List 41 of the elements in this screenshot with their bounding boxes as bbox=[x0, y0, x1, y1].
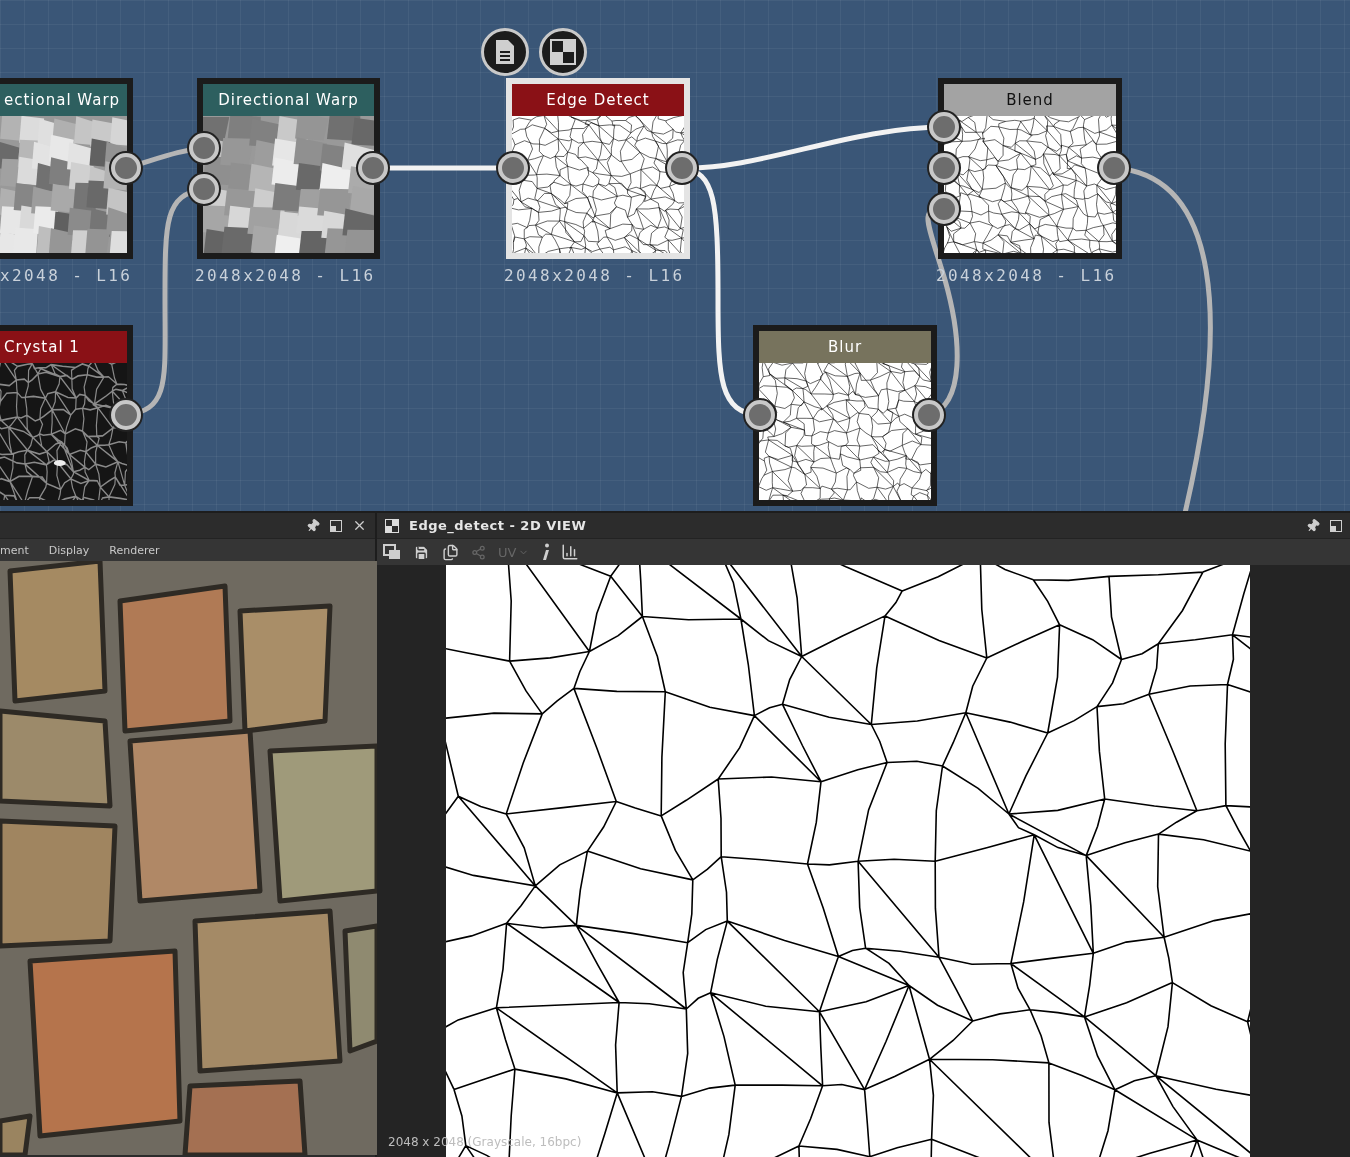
close-button[interactable] bbox=[352, 518, 367, 533]
document-icon[interactable] bbox=[481, 28, 529, 76]
node-port[interactable] bbox=[929, 194, 959, 224]
node-port[interactable] bbox=[745, 400, 775, 430]
node-title: ectional Warp bbox=[0, 84, 127, 116]
checker-icon bbox=[385, 518, 399, 533]
node-title: Edge Detect bbox=[512, 84, 684, 116]
node-title: Crystal 1 bbox=[0, 331, 127, 363]
node-resolution: 2048x2048 - L16 bbox=[504, 266, 685, 285]
histogram-button[interactable] bbox=[561, 543, 580, 561]
node-title: Blend bbox=[944, 84, 1116, 116]
node-port[interactable] bbox=[189, 133, 219, 163]
new-view-button[interactable] bbox=[383, 544, 401, 560]
pin-button[interactable] bbox=[1306, 518, 1320, 533]
pin-button[interactable] bbox=[306, 518, 320, 533]
menu-tab[interactable]: Display bbox=[38, 543, 100, 557]
node-port[interactable] bbox=[111, 153, 141, 183]
node-port[interactable] bbox=[929, 153, 959, 183]
node-port[interactable] bbox=[929, 112, 959, 142]
node-port[interactable] bbox=[1099, 153, 1129, 183]
node-port[interactable] bbox=[111, 400, 141, 430]
node-port[interactable] bbox=[498, 153, 528, 183]
float-button[interactable] bbox=[330, 519, 342, 532]
node-port[interactable] bbox=[358, 153, 388, 183]
save-button[interactable] bbox=[413, 543, 430, 561]
checker-icon[interactable] bbox=[539, 28, 587, 76]
node-resolution: 2048x2048 - L16 bbox=[195, 266, 376, 285]
menu-tab[interactable]: Renderer bbox=[99, 543, 170, 557]
graph-node[interactable]: Blur bbox=[753, 325, 937, 506]
node-port[interactable] bbox=[914, 400, 944, 430]
panel-title: Edge_detect - 2D VIEW bbox=[409, 518, 587, 533]
info-button[interactable] bbox=[541, 543, 550, 561]
copy-button[interactable] bbox=[442, 543, 459, 561]
float-button[interactable] bbox=[1330, 519, 1342, 532]
node-title: Directional Warp bbox=[203, 84, 374, 116]
graph-node[interactable]: Crystal 1 bbox=[0, 325, 133, 506]
node-port[interactable] bbox=[189, 174, 219, 204]
node-resolution: x2048 - L16 bbox=[0, 266, 133, 285]
node-port[interactable] bbox=[667, 153, 697, 183]
menu-tab[interactable]: ment bbox=[0, 543, 39, 557]
node-title: Blur bbox=[759, 331, 931, 363]
